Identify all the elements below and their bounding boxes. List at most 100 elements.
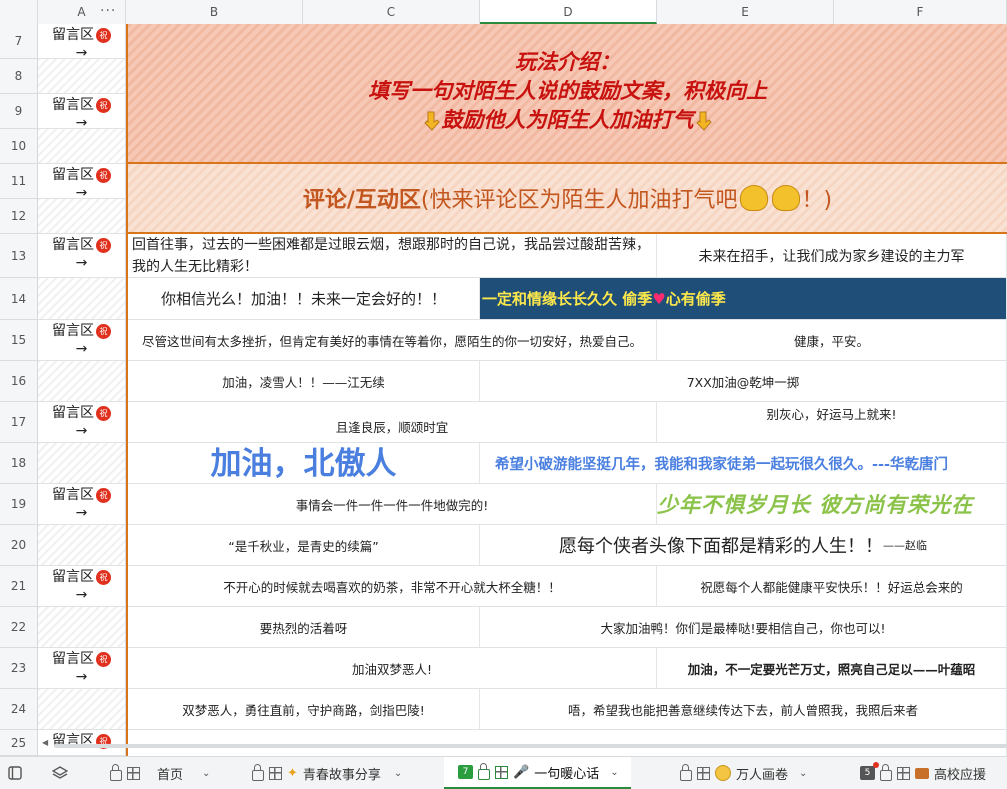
row-header[interactable]: 13 [0,234,38,278]
message-cell[interactable]: 唔，希望我也能把善意继续传达下去，前人曾照我，我照后来者 [480,689,1007,730]
horizontal-scrollbar[interactable]: ◀ [40,738,1007,750]
message-cell[interactable]: 不开心的时候就去喝喜欢的奶茶，非常不开心就大杯全糖！！ [128,566,657,607]
chevron-down-icon[interactable]: ⌄ [610,767,618,778]
row-header[interactable]: 18 [0,443,38,484]
merged-cell[interactable] [38,689,126,730]
row-header[interactable]: 8 [0,59,38,94]
row-header[interactable]: 23 [0,648,38,689]
merged-cell[interactable] [38,443,126,484]
arrow-right-icon: → [75,255,88,271]
row-header[interactable]: 17 [0,402,38,443]
corner-cell[interactable] [0,0,38,24]
tab-wanren-scroll[interactable]: 万人画卷 ⌄ [680,757,807,789]
more-icon[interactable]: ··· [100,0,116,24]
message-cell[interactable]: 加油，不一定要光芒万丈，照亮自己足以——叶蕴昭 [657,648,1007,689]
sheet-list-icon[interactable] [8,757,22,789]
tab-youth-stories[interactable]: ✦ 青春故事分享 ⌄ [252,757,402,789]
chevron-down-icon[interactable]: ⌄ [202,768,210,779]
message-cell[interactable]: 别灰心，好运马上就来! [657,402,1007,443]
col-header-b[interactable]: B [126,0,303,24]
comment-area-header[interactable]: 评论/互动区 (快来评论区为陌生人加油打气吧！) [126,164,1007,234]
pointing-down-icon [695,111,712,131]
row-header[interactable]: 16 [0,361,38,402]
sparkle-icon: ✦ [287,765,298,781]
message-area-cell[interactable]: 留言区祝 → [38,24,126,61]
message-cell[interactable]: 未来在招手，让我们成为家乡建设的主力军 [657,234,1007,278]
message-area-cell[interactable]: 留言区祝 → [38,566,126,607]
message-area-cell[interactable]: 留言区祝 → [38,94,126,131]
message-cell[interactable]: 加油，凌雪人！！——江无续 [128,361,480,402]
message-cell[interactable]: 回首往事，过去的一些困难都是过眼云烟，想跟那时的自己说，我品尝过酸甜苦辣，我的人… [128,234,657,278]
message-area-cell[interactable]: 留言区祝 → [38,484,126,525]
tab-warm-words[interactable]: 7 🎤 一句暖心话 ⌄ [444,757,631,789]
intro-line-3: 鼓励他人为陌生人加油打气 [128,106,1007,135]
message-cell[interactable]: 希望小破游能坚挺几年，我能和我家徒弟一起玩很久很久。---华乾唐门 [480,443,1007,484]
microphone-icon: 🎤 [513,764,530,780]
message-area-cell[interactable]: 留言区祝 → [38,320,126,361]
row-header[interactable]: 14 [0,278,38,320]
row-header[interactable]: 7 [0,24,38,59]
message-cell[interactable]: 大家加油鸭！你们是最棒哒!要相信自己，你也可以! [480,607,1007,648]
message-cell[interactable]: 且逢良辰，顺颂时宜 [128,402,657,443]
col-header-e[interactable]: E [657,0,834,24]
row-header[interactable]: 24 [0,689,38,730]
message-cell[interactable]: 加油，北傲人 [128,443,480,484]
message-cell[interactable]: 尽管这世间有太多挫折，但肯定有美好的事情在等着你，愿陌生的你一切安好，热爱自己。 [128,320,657,361]
row-header[interactable]: 25 [0,730,38,756]
merged-cell[interactable] [38,278,126,320]
message-area-cell[interactable]: 留言区祝 → [38,648,126,689]
scrollbar-thumb[interactable] [54,744,1007,748]
message-cell[interactable]: 祝愿每个人都能健康平安快乐！！好运总会来的 [657,566,1007,607]
row-header[interactable]: 9 [0,94,38,129]
merged-cell[interactable] [38,525,126,566]
message-cell[interactable]: 少年不惧岁月长 彼方尚有荣光在 [657,484,1007,525]
row-header[interactable]: 21 [0,566,38,607]
row-header[interactable]: 19 [0,484,38,525]
sheet-icon [897,766,910,780]
arrow-right-icon: → [75,341,88,357]
intro-banner[interactable]: 玩法介绍： 填写一句对陌生人说的鼓励文案，积极向上 鼓励他人为陌生人加油打气 [126,24,1007,164]
message-cell[interactable]: 你相信光么！加油！！未来一定会好的！！ [128,278,480,320]
message-area-cell[interactable]: 留言区祝 → [38,164,126,201]
row-header[interactable]: 20 [0,525,38,566]
chevron-down-icon[interactable]: ⌄ [394,768,402,779]
tab-college-support[interactable]: 5 高校应援 [860,757,986,789]
message-cell[interactable]: 健康，平安。 [657,320,1007,361]
intro-line-2: 填写一句对陌生人说的鼓励文案，积极向上 [368,79,767,103]
message-cell[interactable]: 加油双梦恶人! [128,648,657,689]
message-cell[interactable]: “是千秋业，是青史的续篇” [128,525,480,566]
merged-cell[interactable] [38,607,126,648]
arrow-right-icon: → [75,587,88,603]
layers-icon[interactable] [52,757,68,789]
message-cell[interactable]: 一定和情缘长长久久 偷季 ♥ 心有偷季 [480,278,1007,320]
message-cell[interactable]: 事情会一件一件一件一件地做完的! [128,484,657,525]
scroll-left-icon[interactable]: ◀ [42,738,48,747]
blessing-badge-icon: 祝 [96,569,111,585]
chevron-down-icon[interactable]: ⌄ [799,768,807,779]
message-cell[interactable]: 愿每个侠者头像下面都是精彩的人生！！ ——赵临 [480,525,1007,566]
row-header[interactable]: 12 [0,199,38,234]
merged-cell[interactable] [38,59,126,94]
message-area-cell[interactable]: 留言区祝 → [38,402,126,443]
message-cell[interactable]: 要热烈的活着呀 [128,607,480,648]
message-cell[interactable]: 双梦恶人，勇往直前，守护商路，剑指巴陵! [128,689,480,730]
tab-home[interactable]: 首页 ⌄ [110,757,210,789]
merged-cell[interactable] [38,129,126,164]
message-cell[interactable]: 7XX加油@乾坤一掷 [480,361,1007,402]
col-header-c[interactable]: C [303,0,480,24]
row-header[interactable]: 11 [0,164,38,199]
col-header-d[interactable]: D [480,0,657,24]
sheet-count-badge: 5 [860,762,879,780]
blessing-badge-icon: 祝 [96,323,111,339]
row-header[interactable]: 22 [0,607,38,648]
pointing-down-icon [423,111,440,131]
message-area-cell[interactable]: 留言区祝 → [38,234,126,278]
col-header-f[interactable]: F [834,0,1007,24]
merged-cell[interactable] [38,361,126,402]
school-icon [915,767,929,779]
comment-area-title: 评论/互动区 [302,188,421,213]
notification-dot [873,762,879,768]
row-header[interactable]: 15 [0,320,38,361]
row-header[interactable]: 10 [0,129,38,164]
merged-cell[interactable] [38,199,126,234]
